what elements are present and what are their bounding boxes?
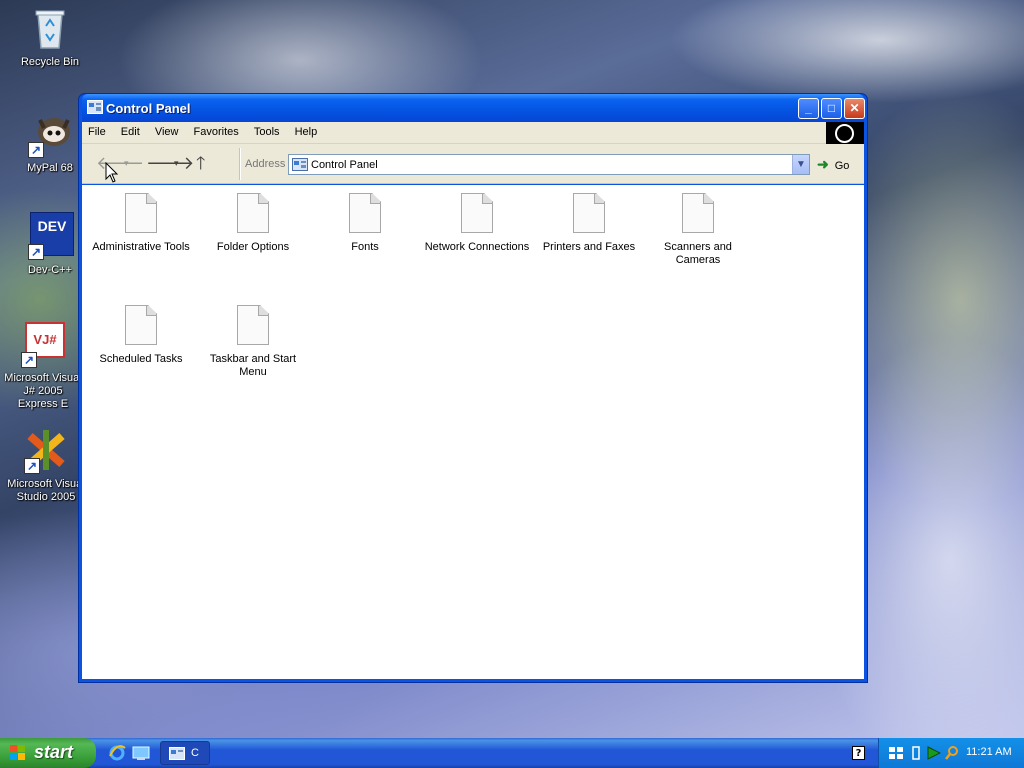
minimize-button[interactable]: _ [798, 98, 819, 119]
visual-studio-icon: ↗ [22, 426, 70, 474]
shortcut-arrow-icon: ↗ [28, 244, 44, 260]
dev-cpp-badge: DEV [37, 218, 67, 234]
menu-help[interactable]: Help [289, 122, 324, 142]
chevron-down-icon[interactable]: ▼ [792, 155, 809, 174]
menu-file[interactable]: File [82, 122, 112, 142]
go-button[interactable]: ➜ Go [817, 156, 849, 173]
window-title: Control Panel [106, 101, 191, 116]
file-icon [682, 193, 714, 233]
file-icon [461, 193, 493, 233]
shortcut-arrow-icon: ↗ [21, 352, 37, 368]
shortcut-arrow-icon: ↗ [28, 142, 44, 158]
desktop-icon-recycle-bin[interactable]: Recycle Bin [10, 4, 90, 69]
control-panel-window[interactable]: Control Panel _ □ ✕ File Edit View Favor… [78, 93, 868, 683]
start-button[interactable]: start [0, 738, 96, 768]
control-panel-icon [292, 158, 308, 171]
menu-tools[interactable]: Tools [248, 122, 286, 142]
taskbar: start C ? 11:21 AM [0, 738, 1024, 768]
item-label: Fonts [351, 241, 379, 253]
menu-view[interactable]: View [149, 122, 185, 142]
desktop-icon-visual-studio[interactable]: ↗ Microsoft Visual Studio 2005 [6, 426, 86, 504]
forward-dropdown-icon[interactable]: ▾ [174, 152, 179, 174]
network-icon[interactable] [889, 745, 903, 761]
address-bar[interactable]: Control Panel ▼ [288, 154, 810, 175]
mypal-icon: ↗ [26, 110, 74, 158]
desktop-icon-visual-j-sharp[interactable]: VJ# ↗ Microsoft Visual J# 2005 Express E [0, 320, 86, 411]
menu-edit[interactable]: Edit [115, 122, 146, 142]
show-desktop-icon[interactable] [132, 744, 150, 762]
clock[interactable]: 11:21 AM [966, 746, 1012, 758]
mouse-cursor-icon [105, 161, 119, 184]
control-panel-icon [169, 747, 185, 760]
item-label: Network Connections [424, 241, 530, 253]
item-label: Scheduled Tasks [99, 353, 183, 365]
item-label: Administrative Tools [92, 241, 190, 253]
back-dropdown-icon[interactable]: ▾ [124, 152, 129, 174]
content-pane[interactable]: Administrative Tools Folder Options Font… [82, 185, 864, 679]
visual-j-sharp-icon: VJ# ↗ [19, 320, 67, 368]
visual-j-sharp-badge: VJ# [33, 332, 57, 347]
control-panel-icon [87, 100, 103, 114]
throbber-logo [826, 122, 864, 144]
play-icon[interactable] [927, 745, 942, 761]
menu-favorites[interactable]: Favorites [188, 122, 245, 142]
list-item-network-connections[interactable]: Network Connections [421, 187, 533, 254]
start-label: start [34, 742, 74, 762]
item-label: Printers and Faxes [542, 241, 636, 253]
file-icon [125, 305, 157, 345]
desktop-icon-label: Recycle Bin [20, 56, 80, 68]
file-icon [237, 193, 269, 233]
go-arrow-icon: ➜ [817, 156, 829, 172]
taskbar-item-label: C [191, 747, 199, 759]
item-label: Scanners and Cameras [664, 241, 732, 266]
list-item-printers-and-faxes[interactable]: Printers and Faxes [533, 187, 645, 254]
forward-arrow-icon[interactable]: 🡒 [146, 152, 194, 174]
toolbar: 🡐 ▾ 🡒 ▾ 🡑 Address Control Panel ▼ ➜ Go [82, 144, 864, 184]
toolbar-separator [239, 148, 241, 180]
maximize-button[interactable]: □ [821, 98, 842, 119]
file-icon [349, 193, 381, 233]
file-icon [237, 305, 269, 345]
back-arrow-icon[interactable]: 🡐 [96, 152, 144, 174]
title-bar[interactable]: Control Panel _ □ ✕ [82, 94, 865, 122]
menu-bar: File Edit View Favorites Tools Help [82, 122, 864, 144]
go-label: Go [834, 160, 850, 172]
safely-remove-icon[interactable] [909, 745, 923, 761]
list-item-taskbar-and-start-menu[interactable]: Taskbar and Start Menu [197, 299, 309, 379]
list-item-folder-options[interactable]: Folder Options [197, 187, 309, 254]
list-item-fonts[interactable]: Fonts [309, 187, 421, 254]
list-item-administrative-tools[interactable]: Administrative Tools [85, 187, 197, 254]
list-item-scanners-and-cameras[interactable]: Scanners and Cameras [645, 187, 751, 267]
help-icon[interactable]: ? [852, 746, 865, 760]
windows-logo-icon [10, 745, 26, 761]
shortcut-arrow-icon: ↗ [24, 458, 40, 474]
item-label: Taskbar and Start Menu [209, 353, 297, 378]
taskbar-item-control-panel[interactable]: C [160, 741, 210, 765]
address-label: Address [245, 158, 286, 170]
search-icon[interactable] [945, 745, 959, 761]
dev-cpp-icon: DEV ↗ [26, 212, 74, 260]
system-tray: 11:21 AM [878, 738, 1024, 768]
desktop-icon-label: Microsoft Visual J# 2005 Express E [4, 372, 82, 410]
item-label: Folder Options [216, 241, 290, 253]
close-button[interactable]: ✕ [844, 98, 865, 119]
ring-icon [835, 124, 854, 143]
list-item-scheduled-tasks[interactable]: Scheduled Tasks [85, 299, 197, 366]
file-icon [573, 193, 605, 233]
address-value: Control Panel [311, 159, 378, 171]
desktop-icon-label: Microsoft Visual Studio 2005 [7, 478, 85, 503]
up-folder-icon[interactable]: 🡑 [196, 152, 205, 174]
file-icon [125, 193, 157, 233]
recycle-bin-icon [26, 4, 74, 52]
internet-explorer-icon[interactable] [108, 744, 126, 762]
